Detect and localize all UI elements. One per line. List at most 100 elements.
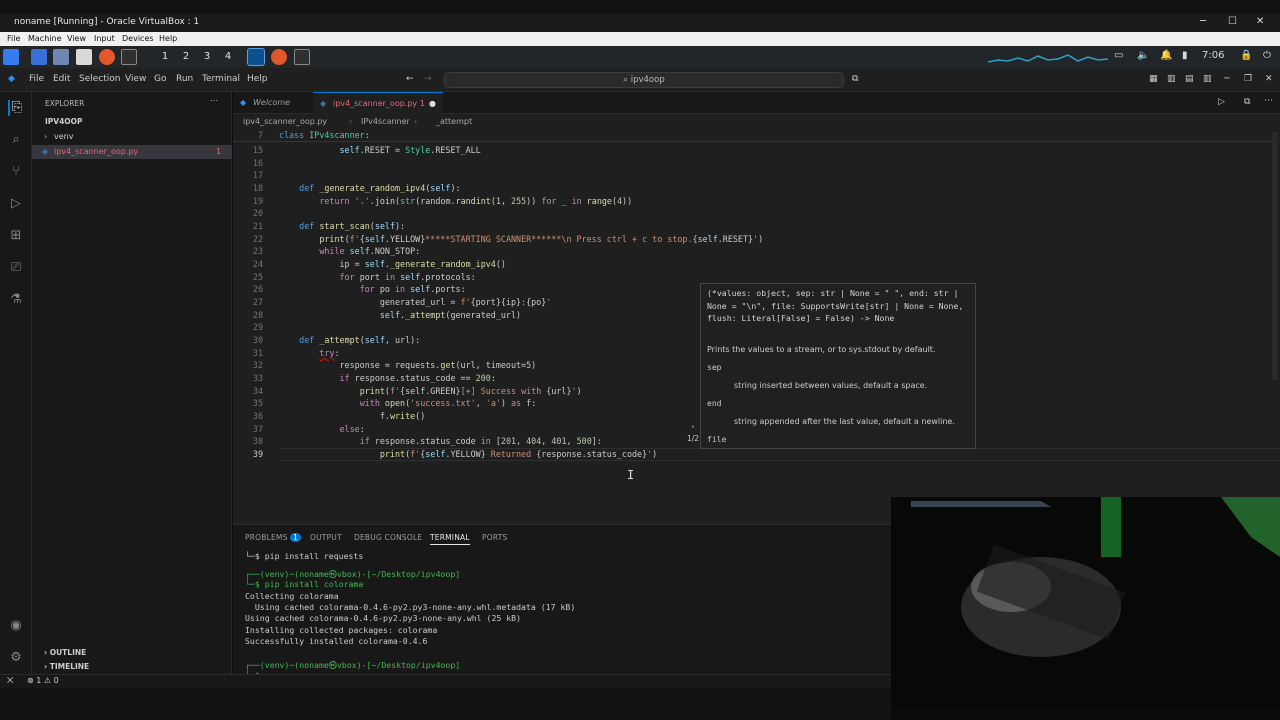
virtualbox-menubar: File Machine View Input Devices Help <box>0 32 1280 46</box>
vsc-menu-help[interactable]: Help <box>247 74 268 84</box>
unsaved-dot-icon[interactable]: ● <box>429 93 436 115</box>
tab-problems[interactable]: PROBLEMS 1 <box>245 533 302 542</box>
hover-file-label: file <box>707 435 727 444</box>
run-icon[interactable]: ▷ <box>1218 97 1225 107</box>
accounts-icon[interactable]: ◉ <box>8 618 24 634</box>
power-icon[interactable]: ⏻ <box>1263 50 1271 61</box>
vsc-menu-go[interactable]: Go <box>154 74 166 84</box>
timeline-section[interactable]: › TIMELINE <box>44 660 244 674</box>
menu-file[interactable]: File <box>7 34 20 43</box>
files-icon[interactable] <box>53 49 69 65</box>
toggle-sidebar-icon[interactable]: ▥ <box>1167 74 1176 84</box>
toggle-panel-icon[interactable]: ▤ <box>1185 74 1194 84</box>
desktop-icon[interactable] <box>31 49 47 65</box>
source-control-icon[interactable]: ⑂ <box>8 164 24 180</box>
editor-more-icon[interactable]: ⋯ <box>1264 96 1273 106</box>
chevron-up-icon[interactable]: ˄ <box>684 425 702 434</box>
vsc-menu-edit[interactable]: Edit <box>53 74 70 84</box>
activity-bar: ⎘ ⌕ ⑂ ▷ ⊞ ⎚ ⚗ ◉ ⚙ <box>0 92 32 696</box>
menu-input[interactable]: Input <box>94 34 115 43</box>
tree-item-venv[interactable]: › venv <box>32 130 232 144</box>
tree-item-python-file[interactable]: ◆ ipv4_scanner_oop.py 1 <box>32 145 232 159</box>
tab-problems-label: PROBLEMS <box>245 533 288 542</box>
tab-ports[interactable]: PORTS <box>482 533 507 542</box>
close-icon[interactable]: ✕ <box>1256 16 1264 27</box>
hover-sep-label: sep <box>707 363 722 372</box>
overload-counter[interactable]: ˄ 1/2 <box>684 425 702 443</box>
vsc-menu-selection[interactable]: Selection <box>79 74 120 84</box>
status-bar: ⨉ ⊗ 1 ⚠ 0 <box>0 674 891 688</box>
toggle-secondary-icon[interactable]: ▥ <box>1203 74 1212 84</box>
outline-section[interactable]: › OUTLINE <box>44 646 244 660</box>
editor-scrollbar[interactable] <box>1272 132 1278 380</box>
tab-label: ipv4_scanner_oop.py 1 <box>333 99 425 108</box>
forward-arrow-icon[interactable]: → <box>424 74 432 84</box>
terminal-line: Using cached colorama-0.4.6-py2.py3-none… <box>245 613 522 623</box>
tab-label: Welcome <box>253 98 291 107</box>
screen-icon[interactable]: ▭ <box>1114 50 1123 61</box>
vsc-menu-view[interactable]: View <box>125 74 146 84</box>
remote-icon[interactable]: ⨉ <box>7 676 13 686</box>
crumb-class[interactable]: IPv4scanner <box>361 114 410 130</box>
vscode-task-icon[interactable] <box>247 48 265 66</box>
tab-python-file[interactable]: ◆ ipv4_scanner_oop.py 1 ● <box>313 92 443 114</box>
terminal-line: Successfully installed colorama-0.4.6 <box>245 636 428 646</box>
bell-icon[interactable]: 🔔 <box>1160 50 1172 61</box>
tab-welcome[interactable]: ◆ Welcome <box>233 92 311 114</box>
line-number: 7 <box>257 130 263 140</box>
terminal-icon[interactable] <box>121 49 137 65</box>
outline-label: OUTLINE <box>49 648 87 657</box>
kali-menu-icon[interactable] <box>3 49 19 65</box>
run-debug-icon[interactable]: ▷ <box>8 196 24 212</box>
copilot-icon[interactable]: ⧉ <box>852 74 858 84</box>
vsc-minimize-icon[interactable]: ─ <box>1224 74 1229 84</box>
remote-explorer-icon[interactable]: ⎚ <box>8 260 24 276</box>
volume-icon[interactable]: 🔈 <box>1137 50 1149 61</box>
workspace-3[interactable]: 3 <box>198 49 216 65</box>
explorer-icon[interactable]: ⎘ <box>8 100 24 116</box>
host-top-strip <box>0 0 1280 14</box>
hover-end-desc: string appended after the last value, de… <box>734 417 955 426</box>
firefox-task-icon[interactable] <box>271 49 287 65</box>
terminal-line: Installing collected packages: colorama <box>245 625 438 635</box>
search-view-icon[interactable]: ⌕ <box>8 132 24 148</box>
vsc-menu-terminal[interactable]: Terminal <box>202 74 240 84</box>
vsc-maximize-icon[interactable]: ❐ <box>1244 74 1252 84</box>
vsc-menu-file[interactable]: File <box>29 74 44 84</box>
tab-terminal[interactable]: TERMINAL <box>430 533 470 545</box>
menu-machine[interactable]: Machine <box>28 34 62 43</box>
minimize-icon[interactable]: ─ <box>1200 16 1206 27</box>
tab-output[interactable]: OUTPUT <box>310 533 342 542</box>
tab-debug-console[interactable]: DEBUG CONSOLE <box>354 533 422 542</box>
lock-icon[interactable]: 🔒 <box>1240 50 1252 61</box>
extensions-icon[interactable]: ⊞ <box>8 228 24 244</box>
menu-view[interactable]: View <box>67 34 86 43</box>
battery-icon[interactable]: ▮ <box>1182 50 1188 61</box>
hover-sep-desc: string inserted between values, default … <box>734 381 928 390</box>
layout-icon[interactable]: ▦ <box>1149 74 1158 84</box>
back-arrow-icon[interactable]: ← <box>406 74 414 84</box>
command-center-search[interactable]: ⌕ ipv4oop <box>444 72 844 88</box>
testing-icon[interactable]: ⚗ <box>8 292 24 308</box>
workspace-4[interactable]: 4 <box>219 49 237 65</box>
editor-icon[interactable] <box>76 49 92 65</box>
menu-devices[interactable]: Devices <box>122 34 154 43</box>
maximize-icon[interactable]: ☐ <box>1228 16 1237 27</box>
terminal-task-icon[interactable] <box>294 49 310 65</box>
firefox-icon[interactable] <box>99 49 115 65</box>
folder-ipv4oop[interactable]: IPV4OOP <box>45 115 245 129</box>
chevron-right-icon: › <box>414 117 418 126</box>
split-editor-icon[interactable]: ⧉ <box>1244 97 1250 107</box>
workspace-1[interactable]: 1 <box>156 49 174 65</box>
vsc-menu-run[interactable]: Run <box>176 74 193 84</box>
workspace-2[interactable]: 2 <box>177 49 195 65</box>
vsc-close-icon[interactable]: ✕ <box>1265 74 1273 84</box>
crumb-file[interactable]: ipv4_scanner_oop.py <box>243 114 327 130</box>
sticky-line: class IPv4scanner: <box>279 130 370 140</box>
settings-gear-icon[interactable]: ⚙ <box>8 650 24 666</box>
problems-status[interactable]: ⊗ 1 ⚠ 0 <box>27 676 59 685</box>
menu-help[interactable]: Help <box>159 34 177 43</box>
hover-summary: Prints the values to a stream, or to sys… <box>707 345 936 354</box>
crumb-method[interactable]: _attempt <box>436 114 472 130</box>
more-actions-icon[interactable]: ⋯ <box>210 96 218 105</box>
